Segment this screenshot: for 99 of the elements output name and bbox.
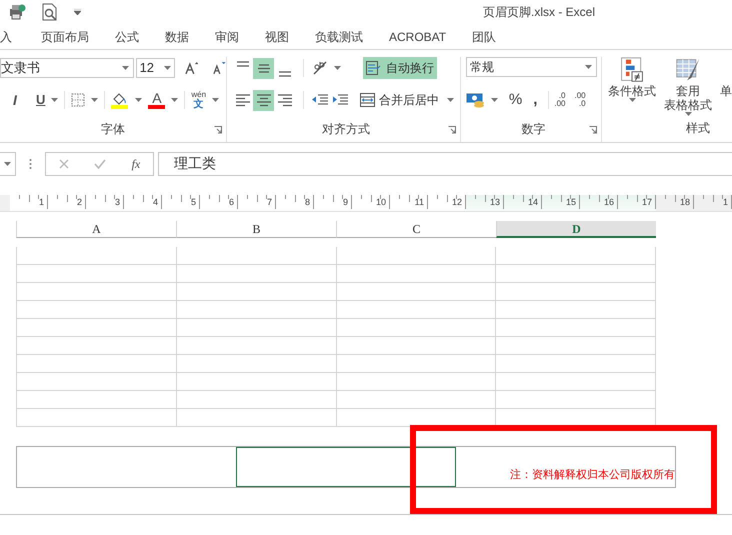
ruler-number: 16 — [604, 197, 614, 207]
merge-cells-icon — [360, 93, 375, 107]
column-header[interactable]: C — [336, 221, 496, 238]
caret-icon[interactable] — [334, 66, 341, 70]
conditional-format-icon — [619, 57, 645, 83]
style-button[interactable]: 套用 表格格式 — [664, 57, 712, 116]
footer-section[interactable] — [236, 447, 456, 487]
ruler-number: 5 — [190, 197, 196, 207]
table-format-icon — [675, 57, 701, 83]
ruler-number: 13 — [490, 197, 500, 207]
group-label: 样式 — [686, 121, 710, 135]
column-header[interactable]: A — [16, 221, 176, 238]
dialog-launcher-icon[interactable] — [214, 126, 222, 134]
caret-icon[interactable] — [122, 66, 129, 70]
column-header[interactable]: B — [176, 221, 336, 238]
footer-text: 注：资料解释权归本公司版权所有 — [510, 468, 675, 482]
ruler-number: 7 — [266, 197, 272, 207]
drag-handle-icon[interactable] — [29, 158, 32, 170]
group-label: 数字 — [521, 121, 546, 138]
ribbon-tab[interactable]: 公式 — [102, 28, 152, 46]
caret-icon[interactable] — [164, 66, 171, 70]
increase-decimal-button[interactable]: .0 .00 — [554, 92, 566, 108]
ruler-number: 14 — [528, 197, 538, 207]
italic-button[interactable]: I — [8, 90, 22, 110]
align-right-icon — [276, 93, 292, 107]
increase-indent-icon[interactable] — [332, 94, 348, 106]
print-preview-icon[interactable] — [42, 3, 58, 21]
ribbon-tab[interactable]: 审阅 — [202, 28, 252, 46]
fill-color-icon[interactable] — [111, 91, 130, 109]
ribbon-tab[interactable]: ACROBAT — [376, 28, 460, 46]
decrease-decimal-button[interactable]: .00 .0 — [574, 92, 586, 108]
ruler-number: 17 — [642, 197, 652, 207]
underline-button[interactable]: U — [36, 90, 46, 110]
ruler-number: 2 — [76, 197, 82, 207]
decrease-indent-icon[interactable] — [312, 94, 328, 106]
wrap-text-icon — [366, 61, 382, 75]
caret-icon[interactable] — [51, 98, 58, 102]
align-center-button[interactable] — [253, 90, 274, 110]
ruler-number: 3 — [114, 197, 120, 207]
ribbon-tab[interactable]: 负载测试 — [302, 28, 376, 46]
comma-button[interactable]: , — [533, 88, 538, 112]
ribbon-tab[interactable]: 数据 — [152, 28, 202, 46]
ruler-number: 6 — [228, 197, 234, 207]
style-button[interactable]: 条件格式 — [608, 57, 656, 116]
wrap-text-button[interactable]: 自动换行 — [363, 57, 437, 79]
ruler-number: 8 — [304, 197, 310, 207]
caret-icon[interactable] — [91, 98, 98, 102]
column-header[interactable]: D — [496, 221, 656, 238]
align-center-icon — [256, 93, 272, 107]
caret-icon[interactable] — [171, 98, 178, 102]
align-middle-button[interactable] — [253, 58, 274, 78]
caret-icon[interactable] — [584, 65, 592, 69]
align-left-icon — [234, 93, 250, 107]
name-box-field[interactable] — [0, 152, 16, 176]
group-label: 字体 — [101, 121, 125, 138]
align-bottom-icon — [276, 70, 292, 76]
caret-icon[interactable] — [212, 98, 220, 102]
number-format-field[interactable]: 常规 — [466, 57, 597, 77]
ruler-number: 1 — [38, 197, 44, 207]
check-icon[interactable] — [94, 158, 106, 168]
window-title: 页眉页脚.xlsx - Excel — [483, 4, 596, 21]
customize-toolbar-icon[interactable] — [74, 9, 81, 15]
align-top-icon — [234, 60, 250, 66]
ruler-number: 4 — [152, 197, 158, 207]
caret-icon[interactable] — [447, 98, 454, 102]
merge-center-button[interactable]: 合并后居中 — [360, 91, 439, 109]
insert-function-button[interactable]: fx — [132, 154, 140, 172]
group-label: 对齐方式 — [322, 121, 370, 138]
ruler-number: 15 — [566, 197, 576, 207]
caret-icon[interactable] — [684, 112, 692, 116]
ruler-number: 1 — [722, 197, 728, 207]
style-button[interactable]: 单 — [720, 57, 732, 116]
ruler-number: 12 — [452, 197, 462, 207]
currency-icon[interactable] — [466, 92, 486, 108]
caret-icon[interactable] — [628, 98, 636, 102]
ribbon-tab[interactable]: 团队 — [459, 28, 510, 46]
font-name-field[interactable]: 文隶书 — [0, 58, 134, 78]
caret-icon[interactable] — [490, 98, 498, 102]
ruler-number: 11 — [414, 197, 424, 207]
font-color-button[interactable]: A — [148, 91, 166, 109]
dialog-launcher-icon[interactable] — [448, 126, 456, 134]
borders-icon[interactable] — [71, 93, 86, 107]
grow-font-icon[interactable] — [184, 61, 198, 75]
ruler-number: 18 — [680, 197, 690, 207]
ribbon-tab[interactable]: 入 — [0, 28, 28, 46]
percent-button[interactable]: % — [508, 88, 522, 112]
phonetic-guide-button[interactable]: wén 文 — [191, 90, 206, 110]
ribbon-tab[interactable]: 页面布局 — [28, 28, 102, 46]
ruler-number: 10 — [376, 197, 386, 207]
cell-grid[interactable] — [16, 247, 656, 427]
shrink-font-icon[interactable] — [212, 61, 226, 75]
ribbon-tab[interactable]: 视图 — [252, 28, 302, 46]
caret-icon[interactable] — [135, 98, 142, 102]
caret-icon[interactable] — [4, 162, 11, 166]
formula-field[interactable]: 理工类 — [158, 152, 732, 176]
printer-icon[interactable] — [8, 4, 26, 20]
font-size-field[interactable]: 12 — [136, 58, 175, 78]
ruler-number: 9 — [342, 197, 348, 207]
dialog-launcher-icon[interactable] — [589, 126, 597, 134]
